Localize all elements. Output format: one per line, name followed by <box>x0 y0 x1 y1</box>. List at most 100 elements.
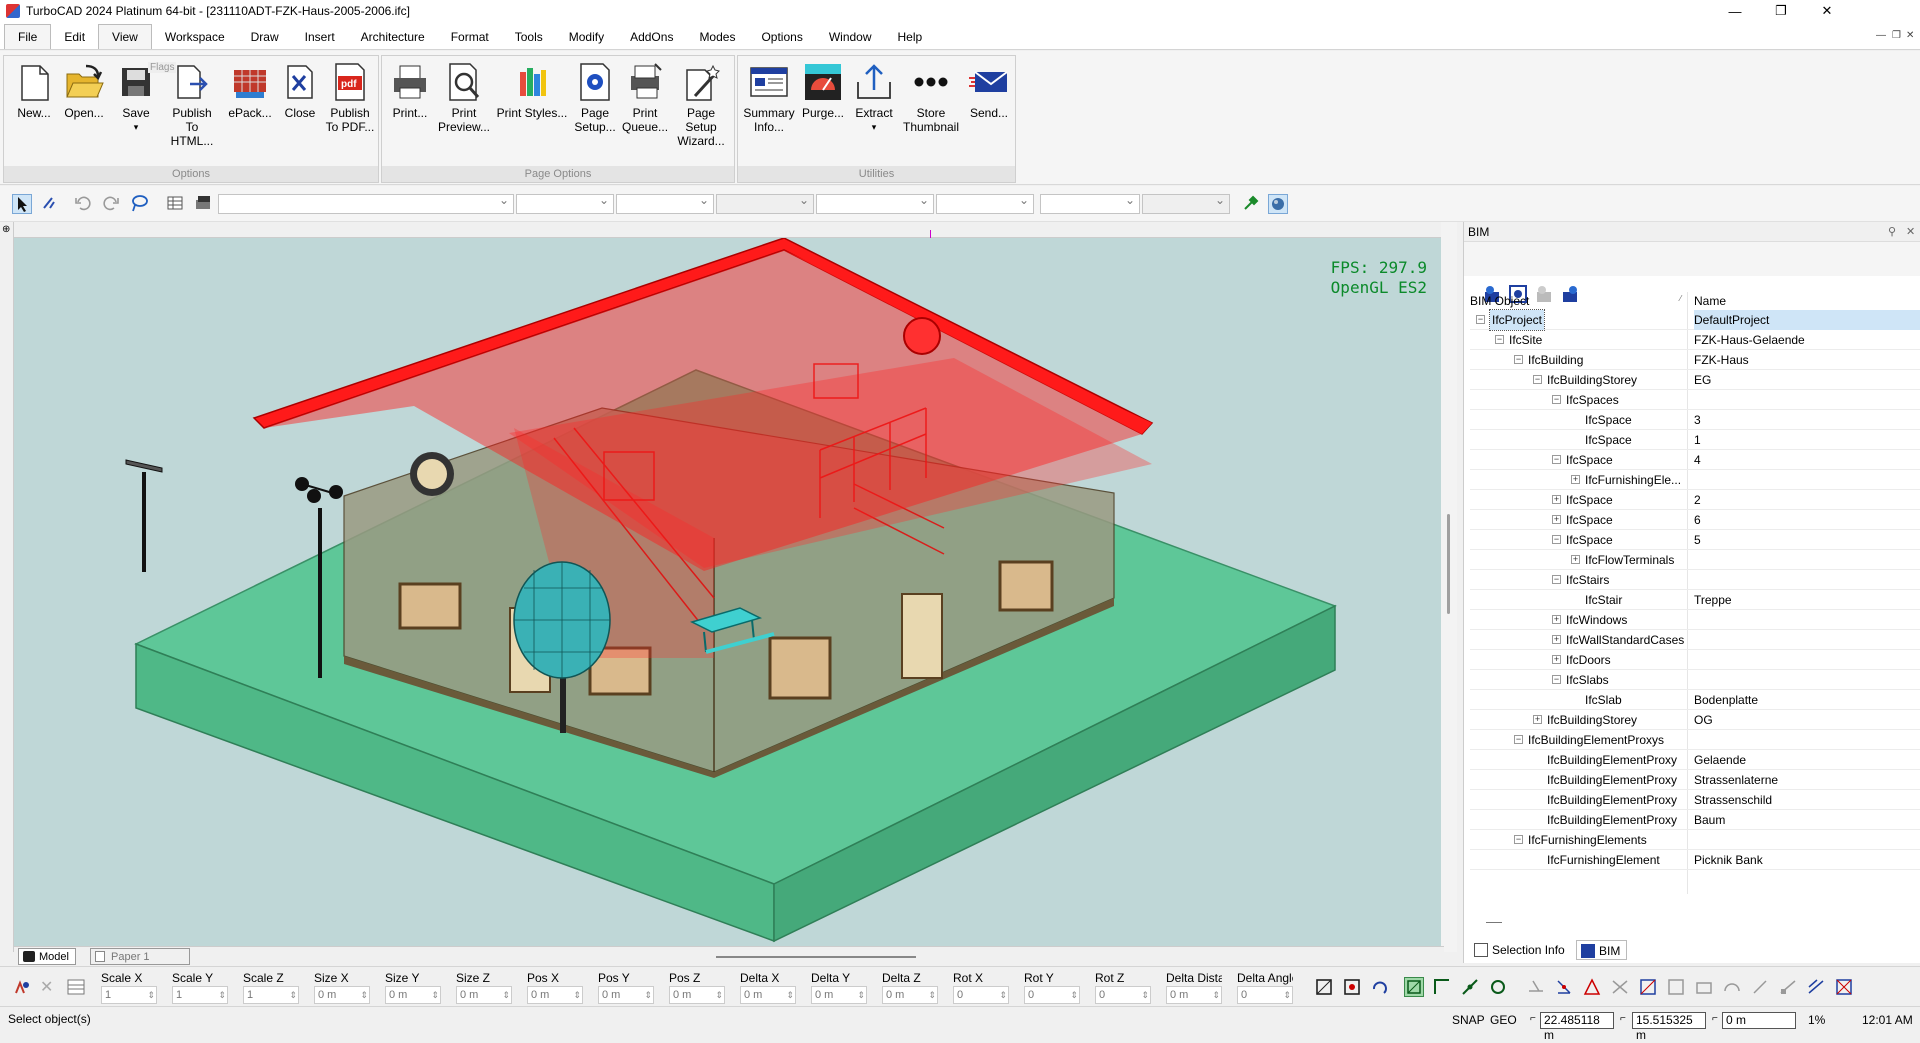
viewport-vertical-scrollbar[interactable] <box>1441 222 1457 952</box>
collapse-toggle-icon[interactable]: − <box>1552 455 1561 464</box>
inspector-origin-icon[interactable] <box>12 977 32 997</box>
inspector-field-input[interactable]: 0 m <box>598 986 654 1004</box>
pattern-combo[interactable] <box>936 193 1034 214</box>
inspector-table-icon[interactable] <box>66 977 86 997</box>
expand-toggle-icon[interactable]: + <box>1552 515 1561 524</box>
print-preview-button[interactable]: Print Preview... <box>436 62 492 134</box>
tree-row[interactable]: IfcBuildingElementProxy Strassenschild <box>1470 790 1920 810</box>
snap-quadrant-icon[interactable] <box>1638 977 1658 997</box>
inspector-field-input[interactable]: 0 m <box>1166 986 1222 1004</box>
table-icon[interactable] <box>166 194 186 214</box>
undo-icon[interactable] <box>74 194 94 214</box>
tree-row[interactable]: IfcStair Treppe <box>1470 590 1920 610</box>
tree-row[interactable]: − IfcProject DefaultProject <box>1470 309 1920 331</box>
material-style-combo[interactable] <box>1142 193 1230 214</box>
tree-row[interactable]: − IfcBuildingElementProxys <box>1470 730 1920 750</box>
open-button[interactable]: Open... <box>60 62 108 120</box>
store-thumbnail-button[interactable]: Store Thumbnail <box>898 62 964 134</box>
menu-format[interactable]: Format <box>438 25 502 49</box>
column-bim-object[interactable]: BIM Object <box>1470 294 1529 308</box>
inspector-field-input[interactable]: 0 m <box>669 986 725 1004</box>
extract-button[interactable]: Extract ▾ <box>850 62 898 134</box>
menu-workspace[interactable]: Workspace <box>152 25 238 49</box>
close-button[interactable]: ✕ <box>1804 0 1850 22</box>
inspector-field-input[interactable]: 0 <box>953 986 1009 1004</box>
tree-row[interactable]: − IfcSpace 5 <box>1470 530 1920 550</box>
mdi-minimize-button[interactable]: — <box>1876 30 1886 41</box>
collapse-toggle-icon[interactable]: − <box>1552 395 1561 404</box>
menu-view[interactable]: View <box>98 24 152 49</box>
snap-mode-icon[interactable] <box>1314 977 1334 997</box>
inspector-field-input[interactable]: 0 m <box>314 986 370 1004</box>
inspector-field-input[interactable]: 0 m <box>882 986 938 1004</box>
tree-row[interactable]: IfcSpace 1 <box>1470 430 1920 450</box>
tree-row[interactable]: − IfcBuilding FZK-Haus <box>1470 350 1920 370</box>
menu-file[interactable]: File <box>4 24 52 49</box>
tree-row[interactable]: IfcBuildingElementProxy Baum <box>1470 810 1920 830</box>
snap-endpoint-icon[interactable] <box>1432 977 1452 997</box>
tree-row[interactable]: + IfcSpace 6 <box>1470 510 1920 530</box>
collapse-toggle-icon[interactable]: − <box>1476 315 1485 324</box>
collapse-toggle-icon[interactable]: − <box>1533 375 1542 384</box>
tree-row[interactable]: − IfcSlabs <box>1470 670 1920 690</box>
pen-color-combo[interactable] <box>516 193 614 214</box>
snap-perpendicular-icon[interactable] <box>1554 977 1574 997</box>
column-name[interactable]: Name <box>1694 294 1726 308</box>
inspector-field-input[interactable]: 0 <box>1237 986 1293 1004</box>
ruler-origin-icon[interactable]: ⊕ <box>2 224 10 235</box>
tree-row[interactable]: IfcBuildingElementProxy Gelaende <box>1470 750 1920 770</box>
drawing-viewport[interactable]: FPS: 297.9 OpenGL ES2 <box>14 238 1441 946</box>
house-3d-model[interactable] <box>14 238 1441 946</box>
tree-row[interactable]: − IfcSite FZK-Haus-Gelaende <box>1470 330 1920 350</box>
tree-row[interactable]: − IfcSpaces <box>1470 390 1920 410</box>
summary-info-button[interactable]: Summary Info... <box>742 62 796 134</box>
material-sphere-icon[interactable] <box>1268 194 1288 214</box>
snap-intersection-icon[interactable] <box>1610 977 1630 997</box>
menu-edit[interactable]: Edit <box>51 25 98 49</box>
snap-tile-icon[interactable] <box>1694 977 1714 997</box>
tree-row[interactable]: IfcFurnishingElement Picknik Bank <box>1470 850 1920 870</box>
send-button[interactable]: Send... <box>964 62 1014 120</box>
inspector-field-input[interactable]: 0 <box>1024 986 1080 1004</box>
snap-indicator[interactable]: SNAP <box>1452 1013 1485 1027</box>
tabs-scroll-track[interactable] <box>716 956 916 958</box>
inspector-field-input[interactable]: 1 <box>101 986 157 1004</box>
pin-icon[interactable]: ⚲ <box>1888 222 1896 242</box>
maximize-button[interactable]: ❐ <box>1758 0 1804 22</box>
tab-bim[interactable]: BIM <box>1576 940 1628 960</box>
menu-draw[interactable]: Draw <box>238 25 292 49</box>
layer-combo[interactable] <box>218 193 514 214</box>
tree-row[interactable]: − IfcSpace 4 <box>1470 450 1920 470</box>
panel-close-icon[interactable]: ✕ <box>1906 222 1915 242</box>
tree-row[interactable]: IfcBuildingElementProxy Strassenlaterne <box>1470 770 1920 790</box>
edit-tool-icon[interactable] <box>40 194 60 214</box>
snap-rotate-icon[interactable] <box>1370 977 1390 997</box>
menu-addons[interactable]: AddOns <box>617 25 686 49</box>
new-button[interactable]: New... <box>12 62 56 120</box>
menu-tools[interactable]: Tools <box>502 25 556 49</box>
grid-snap-icon[interactable] <box>1404 977 1424 997</box>
collapse-toggle-icon[interactable]: − <box>1495 335 1504 344</box>
tree-row[interactable]: + IfcFlowTerminals <box>1470 550 1920 570</box>
snap-arc-icon[interactable] <box>1722 977 1742 997</box>
y-coordinate-field[interactable]: 15.515325 m <box>1632 1012 1706 1042</box>
mdi-restore-button[interactable]: ❐ <box>1892 30 1901 41</box>
tab-model[interactable]: Model <box>18 948 76 965</box>
snap-polar-icon[interactable] <box>1750 977 1770 997</box>
eyedropper-icon[interactable] <box>1242 194 1262 214</box>
tree-row[interactable]: + IfcWallStandardCases <box>1470 630 1920 650</box>
epack-button[interactable]: ePack... <box>226 62 274 120</box>
menu-architecture[interactable]: Architecture <box>348 25 438 49</box>
snap-parallel-icon[interactable] <box>1806 977 1826 997</box>
menu-options[interactable]: Options <box>748 25 815 49</box>
collapse-toggle-icon[interactable]: − <box>1552 675 1561 684</box>
mdi-close-button[interactable]: ✕ <box>1906 30 1914 41</box>
publish-pdf-button[interactable]: pdf Publish To PDF... <box>324 62 376 134</box>
collapse-toggle-icon[interactable]: − <box>1514 355 1523 364</box>
snap-extension-icon[interactable] <box>1778 977 1798 997</box>
collapse-toggle-icon[interactable]: − <box>1552 535 1561 544</box>
tree-row[interactable]: − IfcStairs <box>1470 570 1920 590</box>
tree-row[interactable]: IfcSlab Bodenplatte <box>1470 690 1920 710</box>
x-coordinate-field[interactable]: 22.485118 m <box>1540 1012 1614 1042</box>
snap-midpoint-icon[interactable] <box>1460 977 1480 997</box>
